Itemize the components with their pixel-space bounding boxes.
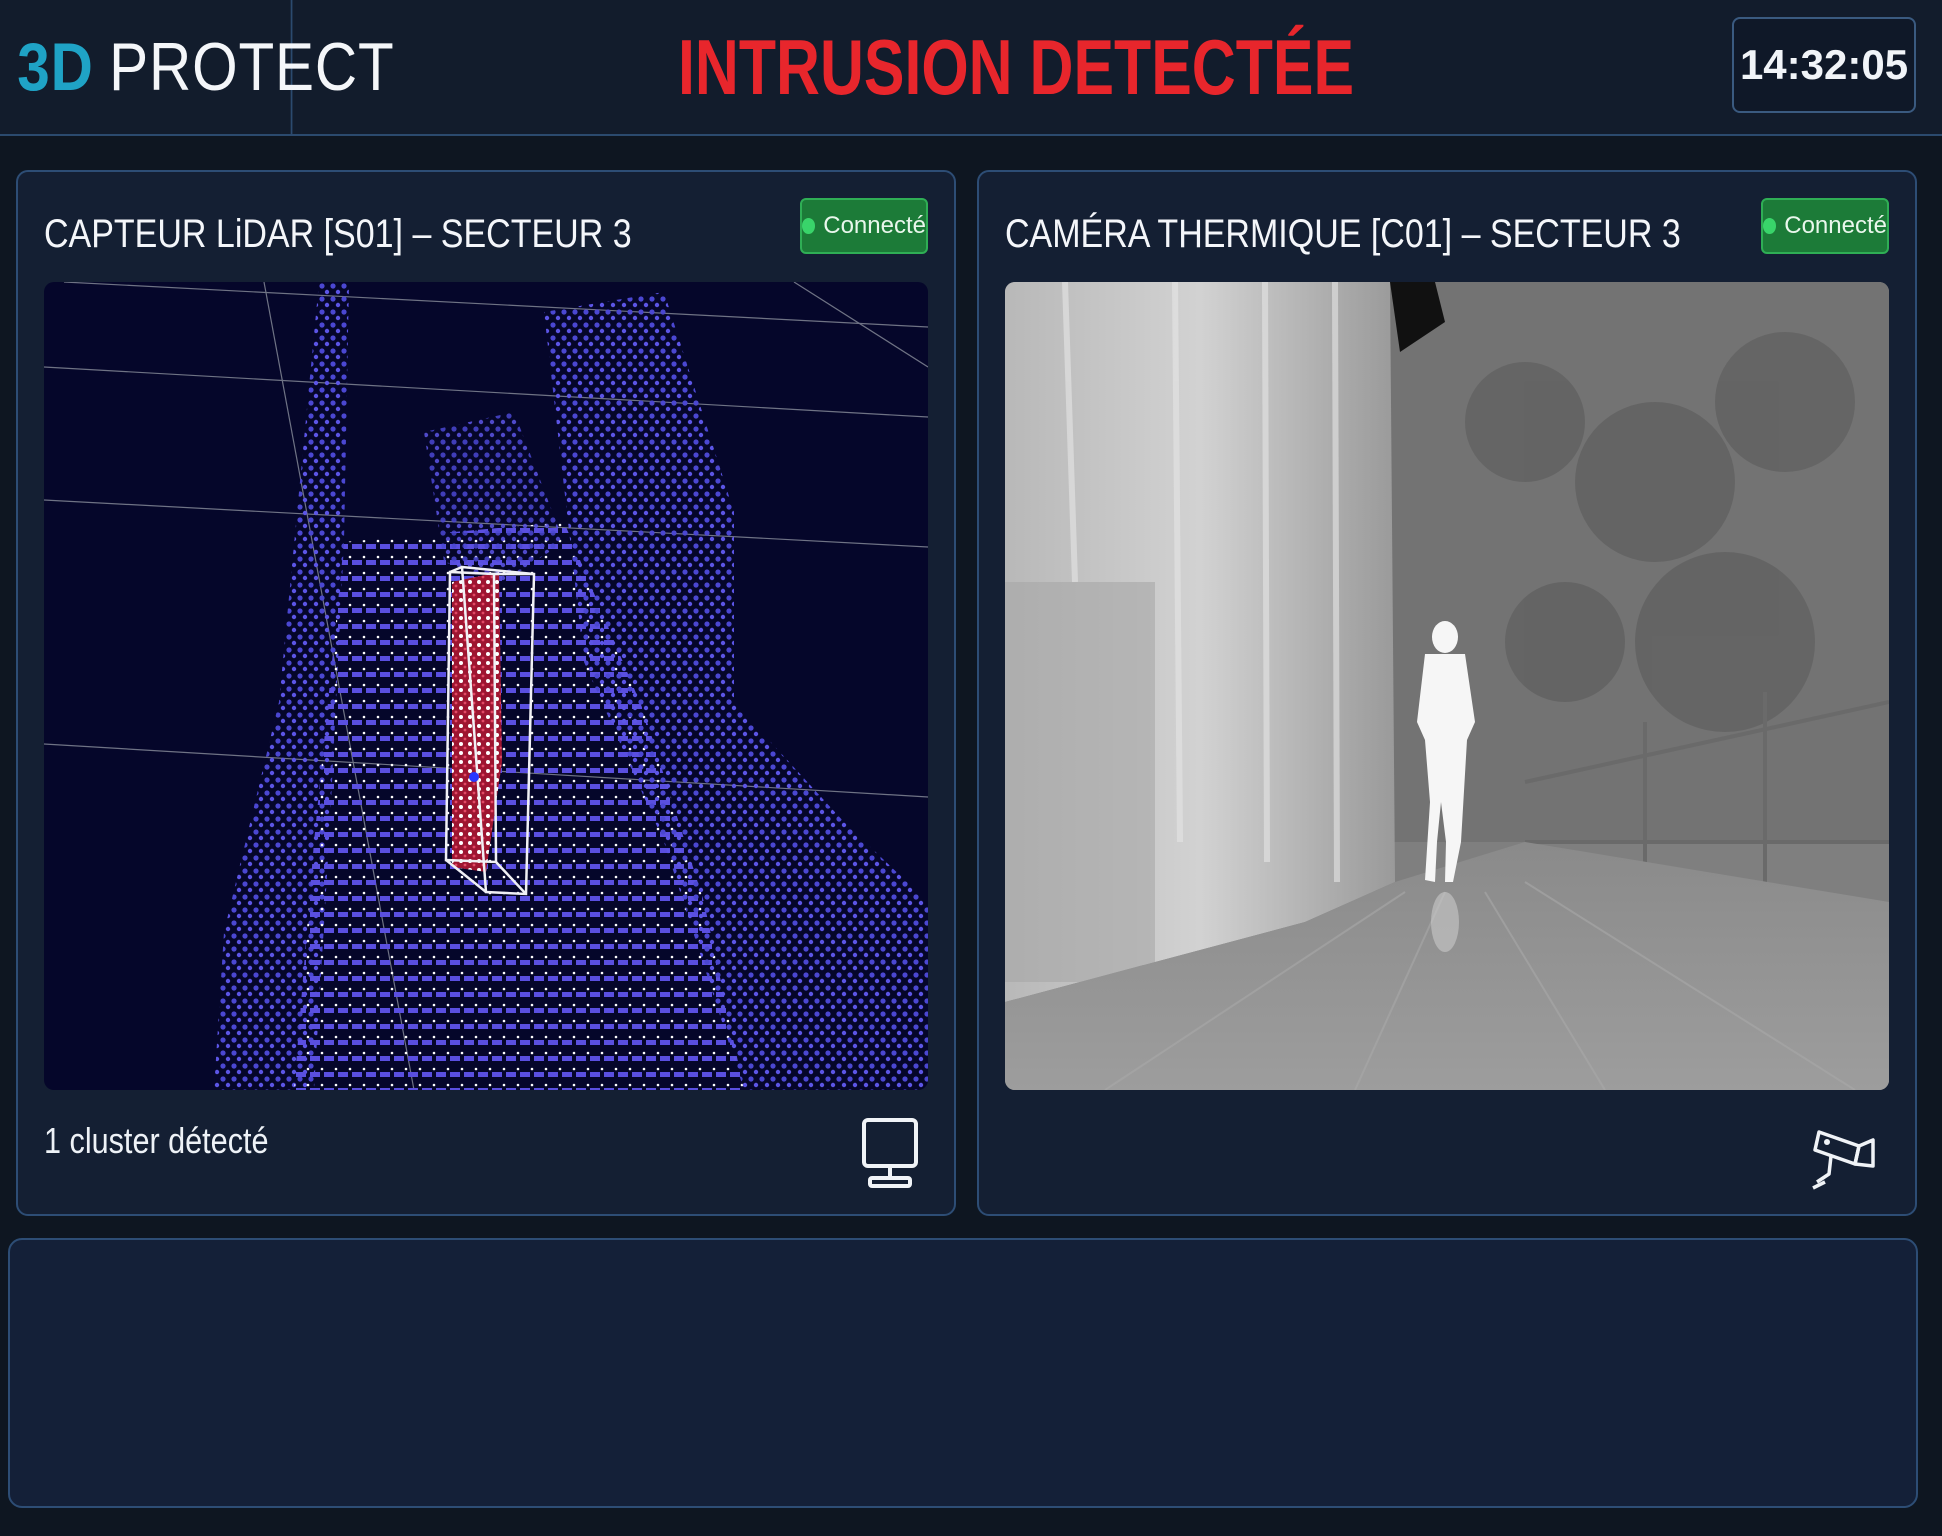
thermal-panel-title: CAMÉRA THERMIQUE [C01] – SECTEUR 3	[1005, 212, 1681, 256]
top-bar: 3D PROTECT INTRUSION DETECTÉE 14:32:05	[0, 0, 1942, 136]
lidar-status-badge: Connecté	[800, 198, 928, 254]
status-dot-icon	[802, 218, 816, 234]
app-logo: 3D PROTECT	[0, 0, 394, 134]
thermal-camera-view[interactable]	[1005, 282, 1889, 1090]
lidar-status-label: Connecté	[823, 212, 926, 239]
lidar-point-cloud-view[interactable]	[44, 282, 928, 1090]
brand-3d: 3D	[17, 29, 94, 105]
brand-protect: PROTECT	[109, 29, 395, 105]
thermal-image	[1005, 282, 1889, 1090]
lidar-panel: CAPTEUR LiDAR [S01] – SECTEUR 3 Connecté	[16, 170, 956, 1216]
clock-display: 14:32:05	[1732, 17, 1916, 113]
monitor-icon[interactable]	[860, 1116, 920, 1192]
thermal-panel: CAMÉRA THERMIQUE [C01] – SECTEUR 3 Conne…	[977, 170, 1917, 1216]
status-dot-icon	[1763, 218, 1777, 234]
thermal-status-badge: Connecté	[1761, 198, 1889, 254]
lidar-panel-title: CAPTEUR LiDAR [S01] – SECTEUR 3	[44, 212, 632, 256]
event-log-panel	[8, 1238, 1918, 1508]
security-camera-icon[interactable]	[1811, 1116, 1881, 1192]
thermal-status-label: Connecté	[1784, 212, 1887, 239]
intrusion-alert-title: INTRUSION DETECTÉE	[678, 23, 1355, 111]
lidar-point-cloud	[44, 282, 928, 1090]
cluster-count-text: 1 cluster détecté	[44, 1120, 269, 1161]
